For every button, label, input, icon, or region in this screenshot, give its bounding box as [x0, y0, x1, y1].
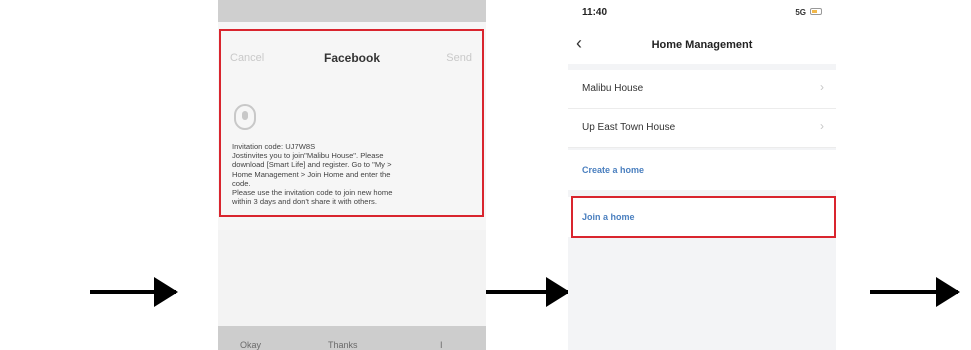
battery-icon — [810, 8, 822, 15]
chevron-right-icon: › — [820, 119, 824, 133]
nav-bar: ‹ Home Management — [568, 28, 836, 64]
home-item-malibu[interactable]: Malibu House › — [568, 70, 836, 109]
home-item-label: Up East Town House — [582, 122, 676, 133]
chevron-right-icon: › — [820, 80, 824, 94]
status-time: 11:40 — [582, 7, 608, 18]
keyboard-suggestions: Okay Thanks I — [218, 326, 486, 350]
flow-arrow-3 — [870, 277, 960, 307]
page-title: Home Management — [651, 39, 753, 51]
suggestion-thanks[interactable]: Thanks — [328, 340, 358, 350]
status-bar: 11:40 5G — [568, 0, 836, 28]
share-highlight-box — [219, 29, 484, 217]
home-item-label: Malibu House — [582, 83, 644, 94]
signal-icon: 5G — [795, 8, 806, 17]
status-bar — [218, 0, 486, 22]
create-home-button[interactable]: Create a home — [568, 150, 836, 190]
flow-arrow-2 — [482, 277, 570, 307]
home-management-screen: 11:40 5G ‹ Home Management Malibu House … — [568, 0, 836, 350]
suggestion-okay[interactable]: Okay — [240, 340, 261, 350]
create-home-label: Create a home — [582, 165, 645, 175]
flow-arrow-1 — [90, 277, 178, 307]
join-highlight-box — [571, 196, 836, 238]
home-list: Malibu House › Up East Town House › — [568, 70, 836, 148]
suggestion-i[interactable]: I — [440, 340, 443, 350]
home-item-up-east[interactable]: Up East Town House › — [568, 109, 836, 148]
